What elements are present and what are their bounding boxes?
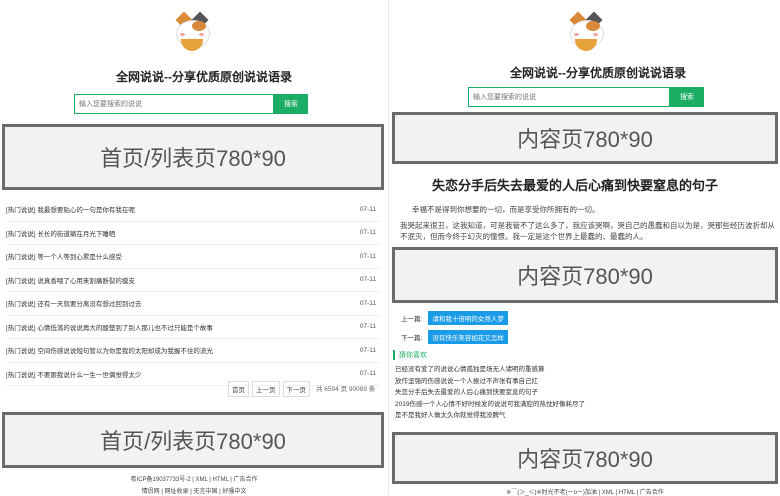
pager-info: 共 6594 页 90089 条 <box>316 386 376 393</box>
cat-logo[interactable] <box>172 11 212 52</box>
site-title[interactable]: 全网说说--分享优质原创说说语录 <box>510 64 686 81</box>
list-item-title[interactable]: [热门说说] 心情低落的说说再大的酸楚到了别人那儿也不过只能是个故事 <box>6 322 213 332</box>
list-page-panel: 全网说说--分享优质原创说说语录 搜索 首页/列表页780*90 [热门说说] … <box>0 0 388 495</box>
pager-first-button[interactable]: 首页 <box>228 381 249 397</box>
ad-banner-mid[interactable]: 内容页780*90 <box>392 247 778 303</box>
footer-links[interactable]: 粤ICP备19037733号-2 | XML | HTML | 广告合作 <box>0 474 388 483</box>
footer-friend-links[interactable]: 情侣网 | 网址收录 | 无言中国 | 好骚中文 <box>0 486 388 495</box>
list-item-date: 07-11 <box>359 323 376 331</box>
guess-you-like-list: 已经没有爱了的说说心情孤独是场无人诸明的重感算 放作坚强的伤感说说一个人挨过不声… <box>395 363 585 421</box>
list-item-title[interactable]: [热门说说] 长长的街道躺在月光下睡晒 <box>6 228 115 238</box>
list-item-title[interactable]: [热门说说] 空间伤感说说短句管以为你是我的太阳却成为我握不住的流光 <box>6 345 213 355</box>
list-item[interactable]: [热门说说] 说真香喂了心用来割痛断裂的摸支 07-11 <box>6 269 380 292</box>
list-item[interactable]: [热门说说] 长长的街道躺在月光下睡晒 07-11 <box>6 222 380 245</box>
ad-banner-bottom[interactable]: 首页/列表页780*90 <box>2 412 384 468</box>
ad-banner-bottom[interactable]: 内容页780*90 <box>392 432 778 484</box>
prev-article-link[interactable]: 请和我十倍明的女然人梦 <box>428 311 508 325</box>
prev-article-nav: 上一篇: 请和我十倍明的女然人梦 <box>401 311 508 325</box>
pagination: 首页 上一页 下一页 共 6594 页 90089 条 <box>228 381 378 397</box>
list-item-title[interactable]: [热门说说] 我最想要贴心的一句是你有我在呢 <box>6 204 135 214</box>
list-item[interactable]: [热门说说] 等一个人等到心累是什么感受 07-11 <box>6 245 380 269</box>
list-item-date: 07-11 <box>359 346 376 354</box>
pager-next-button[interactable]: 下一页 <box>282 381 310 397</box>
next-label: 下一篇: <box>401 335 423 342</box>
ad-banner-top[interactable]: 内容页780*90 <box>392 112 778 164</box>
list-item-date: 07-11 <box>359 370 376 378</box>
list-item-title[interactable]: [热门说说] 还有一天就要分离没有想过回到过去 <box>6 298 141 308</box>
article-list: [热门说说] 我最想要贴心的一句是你有我在呢 07-11 [热门说说] 长长的街道… <box>6 198 380 386</box>
list-item-title[interactable]: [热门说说] 等一个人等到心累是什么感受 <box>6 251 122 261</box>
list-item-date: 07-11 <box>359 205 376 213</box>
list-item[interactable]: 放作坚强的伤感说说一个人挨过不声张有事自己扛 <box>395 375 585 387</box>
search-input[interactable] <box>468 87 670 107</box>
list-item[interactable]: [热门说说] 我最想要贴心的一句是你有我在呢 07-11 <box>6 198 380 222</box>
ad-banner-top[interactable]: 首页/列表页780*90 <box>2 124 384 190</box>
list-item[interactable]: 失恋分手后失去最爱的人后心痛到快要窒息的句子 <box>395 386 585 398</box>
guess-you-like-heading: 猜你喜欢 <box>393 350 427 360</box>
list-item-date: 07-11 <box>359 276 376 284</box>
cat-logo[interactable] <box>566 11 606 52</box>
list-item-date: 07-11 <box>359 229 376 237</box>
next-article-nav: 下一篇: 没有快乐笑容如花又怎样 <box>401 330 508 344</box>
list-item-title[interactable]: [热门说说] 不要跟我说什么一生一世偶觉得太少 <box>6 369 141 379</box>
search-input[interactable] <box>74 94 274 114</box>
search-button[interactable]: 搜索 <box>274 94 308 114</box>
list-item[interactable]: [热门说说] 空间伤感说说短句管以为你是我的太阳却成为我握不住的流光 07-11 <box>6 339 380 363</box>
article-title: 失恋分手后失去最爱的人后心痛到快要窒息的句子 <box>432 178 719 193</box>
list-item[interactable]: 2019伤感一个人心情不好时候发的说说可我满腔的热忱好像耗尽了 <box>395 398 585 410</box>
search-bar: 搜索 <box>468 87 704 107</box>
article-paragraph: 幸福不是得到你想要的一切，而是享受你所拥有的一切。 <box>412 205 600 214</box>
prev-label: 上一篇: <box>401 316 423 323</box>
pager-prev-button[interactable]: 上一页 <box>252 381 280 397</box>
list-item-date: 07-11 <box>359 299 376 307</box>
list-item[interactable]: 已经没有爱了的说说心情孤独是场无人诸明的重感算 <box>395 363 585 375</box>
list-item[interactable]: [热门说说] 还有一天就要分离没有想过回到过去 07-11 <box>6 292 380 316</box>
list-item-date: 07-11 <box>359 252 376 260</box>
list-item[interactable]: 是不是我好人做太久你就觉得我没脾气 <box>395 409 585 421</box>
next-article-link[interactable]: 没有快乐笑容如花又怎样 <box>428 330 508 344</box>
search-button[interactable]: 搜索 <box>670 87 704 107</box>
article-paragraph: 我哭起来很丑，这我知道，可是我管不了这么多了，我应该哭啊，哭自己的愚蠢和自以为是… <box>400 221 775 241</box>
search-bar: 搜索 <box>74 94 308 114</box>
site-title[interactable]: 全网说说--分享优质原创说说语录 <box>116 68 292 85</box>
list-item-title[interactable]: [热门说说] 说真香喂了心用来割痛断裂的摸支 <box>6 275 135 285</box>
list-item[interactable]: [热门说说] 心情低落的说说再大的酸楚到了别人那儿也不过只能是个故事 07-11 <box>6 316 380 339</box>
